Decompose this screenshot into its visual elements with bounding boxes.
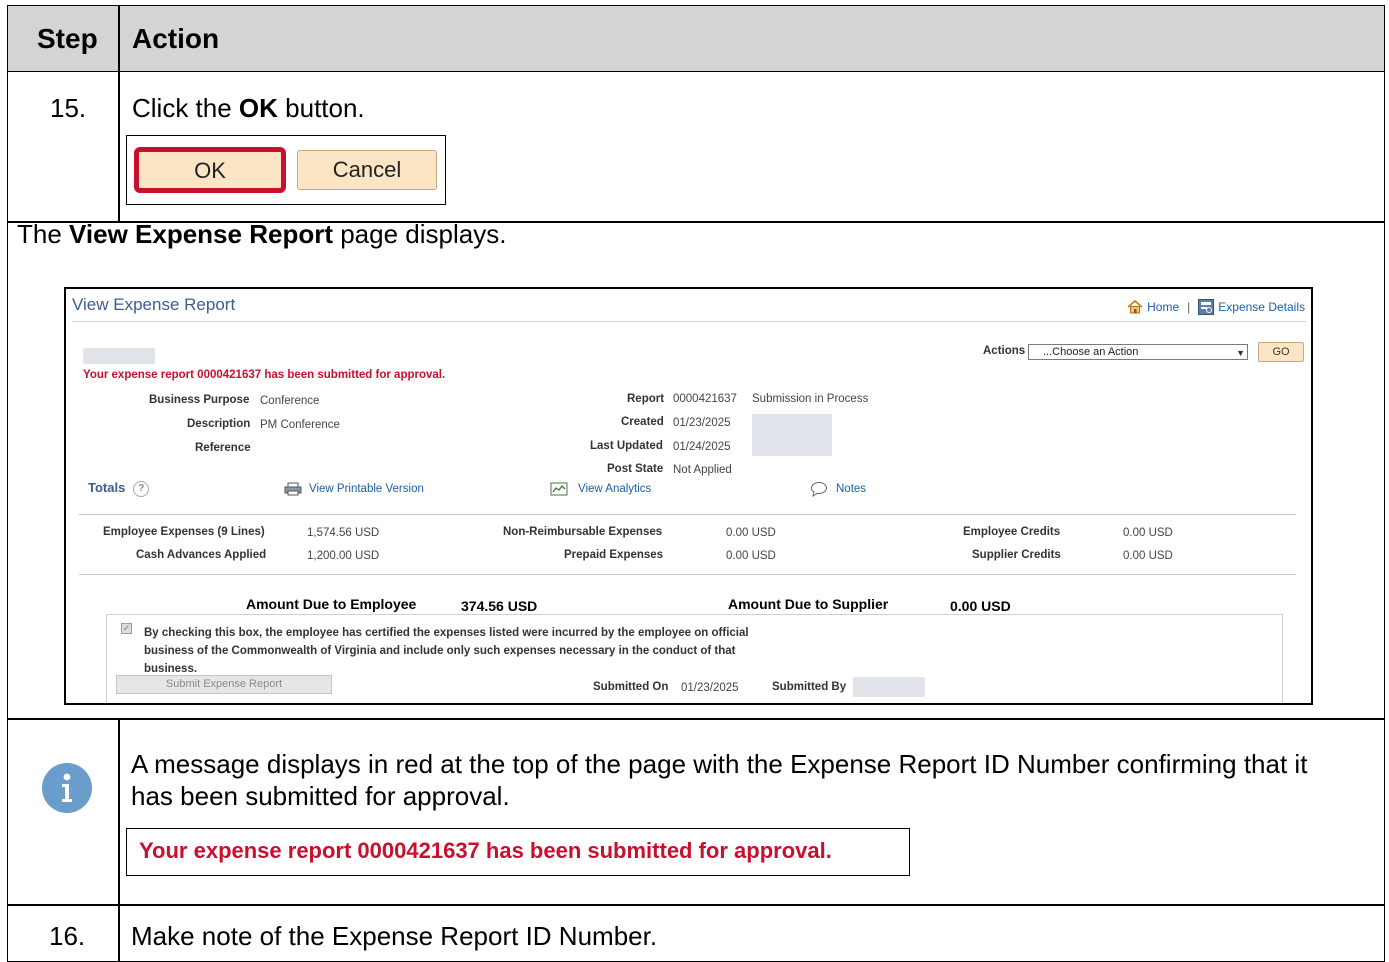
analytics-icon bbox=[550, 482, 568, 501]
page-display-text: The View Expense Report page displays. bbox=[17, 219, 506, 250]
report-label: Report bbox=[627, 393, 665, 405]
chevron-down-icon: ▼ bbox=[1236, 348, 1245, 358]
description-label: Description bbox=[187, 418, 251, 430]
submit-expense-report-button[interactable]: Submit Expense Report bbox=[116, 675, 332, 694]
notes-link[interactable]: Notes bbox=[836, 483, 866, 495]
redacted-user bbox=[752, 414, 832, 456]
amount-due-supplier-value: 0.00 USD bbox=[950, 598, 1011, 614]
header-action: Action bbox=[132, 23, 220, 54]
redacted-name bbox=[83, 348, 155, 364]
expense-details-icon bbox=[1198, 299, 1215, 315]
prepaid-value: 0.00 USD bbox=[726, 550, 776, 562]
totals-heading: Totals? bbox=[88, 480, 150, 497]
page-title: View Expense Report bbox=[72, 295, 236, 314]
button-example: OK Cancel bbox=[126, 135, 446, 205]
top-links: Home | Expense Details bbox=[1127, 299, 1305, 315]
submitted-on-label: Submitted On bbox=[593, 681, 669, 693]
certification-checkbox[interactable]: ✓ bbox=[121, 623, 132, 634]
view-printable-version-link[interactable]: View Printable Version bbox=[309, 483, 424, 495]
submitted-on-value: 01/23/2025 bbox=[681, 682, 739, 694]
post-state-value: Not Applied bbox=[673, 464, 732, 476]
printer-icon bbox=[284, 482, 302, 501]
instruction-text: button. bbox=[277, 93, 365, 123]
submission-message-banner: Your expense report 0000421637 has been … bbox=[126, 828, 910, 876]
step-instruction: Make note of the Expense Report ID Numbe… bbox=[131, 921, 658, 951]
link-separator: | bbox=[1187, 300, 1191, 314]
divider-line bbox=[79, 514, 1296, 515]
help-icon[interactable]: ? bbox=[133, 480, 150, 497]
table-header: Step Action bbox=[8, 6, 1384, 72]
actions-label: Actions bbox=[983, 345, 1026, 357]
cash-advances-label: Cash Advances Applied bbox=[136, 549, 267, 561]
view-expense-report-screenshot: View Expense Report Home | Expense Detai… bbox=[64, 287, 1313, 705]
reference-label: Reference bbox=[195, 442, 251, 454]
non-reimbursable-value: 0.00 USD bbox=[726, 527, 776, 539]
actions-select[interactable]: ...Choose an Action ▼ bbox=[1028, 344, 1248, 360]
last-updated-value: 01/24/2025 bbox=[673, 441, 731, 453]
submission-message: Your expense report 0000421637 has been … bbox=[83, 369, 446, 381]
info-text: A message displays in red at the top of … bbox=[131, 749, 1308, 811]
last-updated-label: Last Updated bbox=[590, 440, 663, 452]
amount-due-employee-value: 374.56 USD bbox=[461, 598, 538, 614]
divider-line bbox=[79, 574, 1296, 575]
instruction-bold: OK bbox=[238, 93, 278, 123]
instruction-text: Click the bbox=[132, 93, 239, 123]
employee-credits-label: Employee Credits bbox=[963, 526, 1061, 538]
step-instruction: Click the OK button. bbox=[132, 93, 365, 124]
go-button[interactable]: GO bbox=[1258, 342, 1304, 362]
home-link[interactable]: Home bbox=[1147, 300, 1179, 314]
row-divider bbox=[8, 718, 1384, 720]
actions-select-value: ...Choose an Action bbox=[1043, 346, 1139, 358]
header-step: Step bbox=[37, 23, 98, 54]
column-divider bbox=[118, 718, 120, 962]
home-icon bbox=[1127, 299, 1143, 314]
cancel-button[interactable]: Cancel bbox=[297, 150, 437, 190]
redacted-submitter bbox=[853, 677, 925, 697]
supplier-credits-label: Supplier Credits bbox=[972, 549, 1061, 561]
amount-due-employee-label: Amount Due to Employee bbox=[246, 596, 417, 612]
info-icon bbox=[42, 763, 92, 813]
column-divider bbox=[118, 6, 120, 222]
description-value: PM Conference bbox=[260, 419, 340, 431]
submitted-by-label: Submitted By bbox=[772, 681, 847, 693]
totals-label: Totals bbox=[88, 480, 126, 495]
view-analytics-link[interactable]: View Analytics bbox=[578, 483, 651, 495]
amount-due-supplier-label: Amount Due to Supplier bbox=[728, 596, 889, 612]
ok-button[interactable]: OK bbox=[134, 147, 286, 193]
employee-expenses-label: Employee Expenses (9 Lines) bbox=[103, 526, 265, 538]
non-reimbursable-label: Non-Reimbursable Expenses bbox=[503, 526, 663, 538]
employee-credits-value: 0.00 USD bbox=[1123, 527, 1173, 539]
business-purpose-value: Conference bbox=[260, 395, 320, 407]
display-bold: View Expense Report bbox=[69, 219, 333, 249]
notes-icon bbox=[810, 481, 828, 502]
supplier-credits-value: 0.00 USD bbox=[1123, 550, 1173, 562]
display-text: The bbox=[17, 219, 70, 249]
report-value: 0000421637 bbox=[673, 393, 737, 405]
step-number: 15. bbox=[50, 93, 87, 123]
created-label: Created bbox=[621, 416, 664, 428]
title-divider bbox=[72, 321, 1306, 322]
step-number: 16. bbox=[49, 921, 86, 951]
post-state-label: Post State bbox=[607, 463, 664, 475]
display-text: page displays. bbox=[332, 219, 507, 249]
certification-text: By checking this box, the employee has c… bbox=[144, 627, 749, 675]
business-purpose-label: Business Purpose bbox=[149, 394, 250, 406]
employee-expenses-value: 1,574.56 USD bbox=[307, 527, 380, 539]
prepaid-label: Prepaid Expenses bbox=[564, 549, 664, 561]
report-status: Submission in Process bbox=[752, 393, 869, 405]
row-divider bbox=[8, 904, 1384, 906]
expense-details-link[interactable]: Expense Details bbox=[1218, 300, 1305, 314]
created-value: 01/23/2025 bbox=[673, 417, 731, 429]
cash-advances-value: 1,200.00 USD bbox=[307, 550, 380, 562]
